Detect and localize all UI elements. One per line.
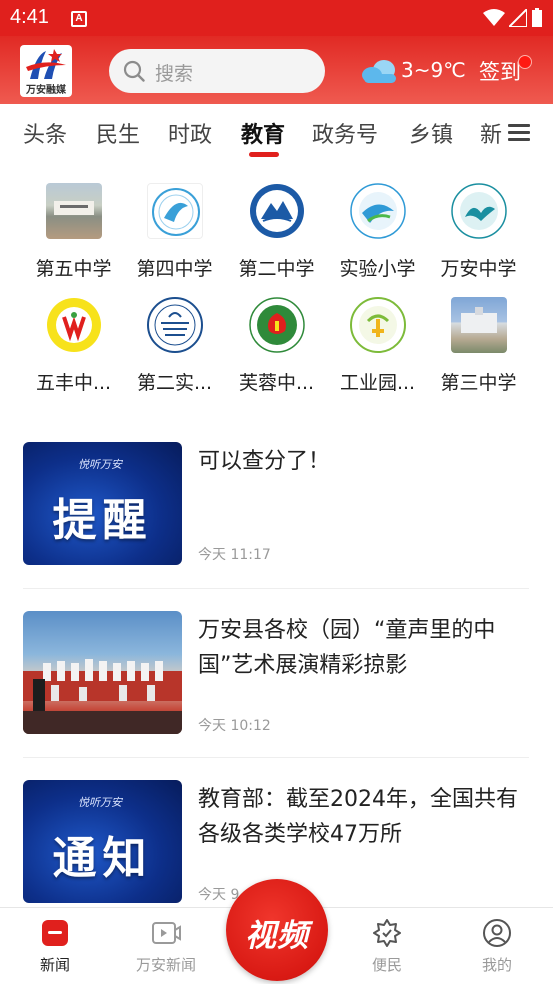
nav-services[interactable]: 便民 — [342, 908, 432, 975]
school-emblem-icon — [249, 183, 305, 239]
logo-mark-icon — [26, 49, 66, 79]
school-item[interactable]: 实验小学 — [327, 183, 428, 281]
notification-icon: A — [71, 11, 87, 27]
school-photo-icon — [450, 297, 507, 353]
tab-education[interactable]: 教育 — [241, 117, 285, 149]
menu-icon[interactable] — [508, 124, 530, 142]
tab-headlines[interactable]: 头条 — [23, 117, 67, 149]
thumb-headline: 通知 — [52, 833, 153, 884]
signal-icon — [509, 9, 527, 27]
news-title: 教育部：截至2024年，全国共有各级各类学校47万所 — [198, 787, 518, 847]
school-name: 工业园... — [339, 372, 416, 394]
news-time: 今天 11:17 — [198, 547, 271, 563]
search-icon — [123, 60, 145, 82]
tab-livelihood[interactable]: 民生 — [96, 117, 140, 149]
school-name: 第三中学 — [440, 372, 517, 394]
status-time: 4:41 — [10, 6, 49, 28]
school-item[interactable]: 万安中学 — [428, 183, 529, 281]
school-name: 第五中学 — [35, 258, 112, 280]
video-button[interactable]: 视频 — [226, 879, 328, 981]
school-name: 实验小学 — [339, 258, 416, 280]
nav-profile[interactable]: 我的 — [452, 908, 542, 975]
school-name: 五丰中... — [35, 372, 112, 394]
tab-more-partial[interactable]: 新 — [480, 117, 504, 149]
thumb-brand: 悦听万安 — [78, 796, 122, 809]
school-item[interactable]: 第二实... — [124, 297, 225, 395]
news-title: 可以查分了！ — [198, 449, 331, 474]
school-emblem-icon — [349, 183, 406, 239]
notification-dot — [518, 55, 532, 69]
video-button-label: 视频 — [245, 918, 309, 954]
school-emblem-icon — [349, 297, 406, 353]
nav-label: 我的 — [481, 956, 512, 974]
news-item[interactable]: 悦听万安 提醒 可以查分了！ 今天 11:17 — [23, 442, 529, 567]
school-name: 芙蓉中... — [238, 372, 315, 394]
school-emblem-icon — [146, 183, 203, 239]
school-emblem-icon — [146, 297, 203, 353]
school-item[interactable]: 五丰中... — [23, 297, 124, 395]
search-placeholder: 搜索 — [155, 63, 194, 85]
school-name: 万安中学 — [440, 258, 517, 280]
news-icon — [40, 918, 70, 948]
profile-icon — [482, 918, 512, 948]
news-time: 今天 10:12 — [198, 718, 271, 734]
school-emblem-icon — [46, 297, 102, 353]
logo-text: 万安融媒 — [26, 85, 66, 96]
nav-label: 新闻 — [39, 956, 70, 974]
search-input[interactable]: 搜索 — [109, 49, 325, 93]
school-item[interactable]: 工业园... — [327, 297, 428, 395]
school-item[interactable]: 第二中学 — [226, 183, 327, 281]
news-thumbnail: 悦听万安 通知 — [23, 780, 182, 903]
nav-news[interactable]: 新闻 — [10, 908, 100, 975]
cloud-icon — [362, 60, 396, 83]
nav-label: 万安新闻 — [135, 956, 196, 974]
battery-icon — [532, 8, 542, 27]
status-icons — [483, 8, 543, 28]
divider — [23, 757, 529, 758]
news-thumbnail — [23, 611, 182, 734]
divider — [23, 588, 529, 589]
news-title: 万安县各校（园）“童声里的中国”艺术展演精彩掠影 — [198, 618, 496, 678]
thumb-brand: 悦听万安 — [78, 458, 122, 471]
app-logo[interactable]: 万安融媒 — [20, 45, 72, 97]
school-name: 第四中学 — [136, 258, 213, 280]
tab-towns[interactable]: 乡镇 — [409, 117, 453, 149]
app-header: 万安融媒 搜索 3~9℃ 签到 — [0, 36, 553, 104]
school-item[interactable]: 芙蓉中... — [226, 297, 327, 395]
news-item[interactable]: 万安县各校（园）“童声里的中国”艺术展演精彩掠影 今天 10:12 — [23, 611, 529, 736]
status-bar: 4:41 A — [0, 0, 553, 36]
nav-wanan-news[interactable]: 万安新闻 — [121, 908, 211, 975]
video-screen-icon — [151, 918, 181, 948]
school-item[interactable]: 第四中学 — [124, 183, 225, 281]
tab-government[interactable]: 政务号 — [312, 117, 378, 149]
thumb-headline: 提醒 — [52, 495, 153, 546]
school-item[interactable]: 第三中学 — [428, 297, 529, 395]
active-tab-indicator — [249, 152, 279, 157]
signin-button[interactable]: 签到 — [479, 56, 521, 86]
channel-tabs: 头条 民生 时政 教育 政务号 乡镇 新 — [0, 104, 553, 160]
school-emblem-icon — [248, 297, 305, 353]
weather-temperature[interactable]: 3~9℃ — [401, 58, 466, 82]
news-thumbnail: 悦听万安 提醒 — [23, 442, 182, 565]
school-name: 第二中学 — [238, 258, 315, 280]
service-badge-icon — [372, 918, 402, 948]
wifi-icon — [483, 9, 505, 26]
school-photo-icon — [45, 183, 102, 239]
nav-label: 便民 — [371, 956, 402, 974]
school-item[interactable]: 第五中学 — [23, 183, 124, 281]
school-name: 第二实... — [136, 372, 213, 394]
news-time: 今天 9 — [198, 887, 240, 903]
school-emblem-icon — [450, 183, 507, 239]
tab-politics[interactable]: 时政 — [168, 117, 212, 149]
